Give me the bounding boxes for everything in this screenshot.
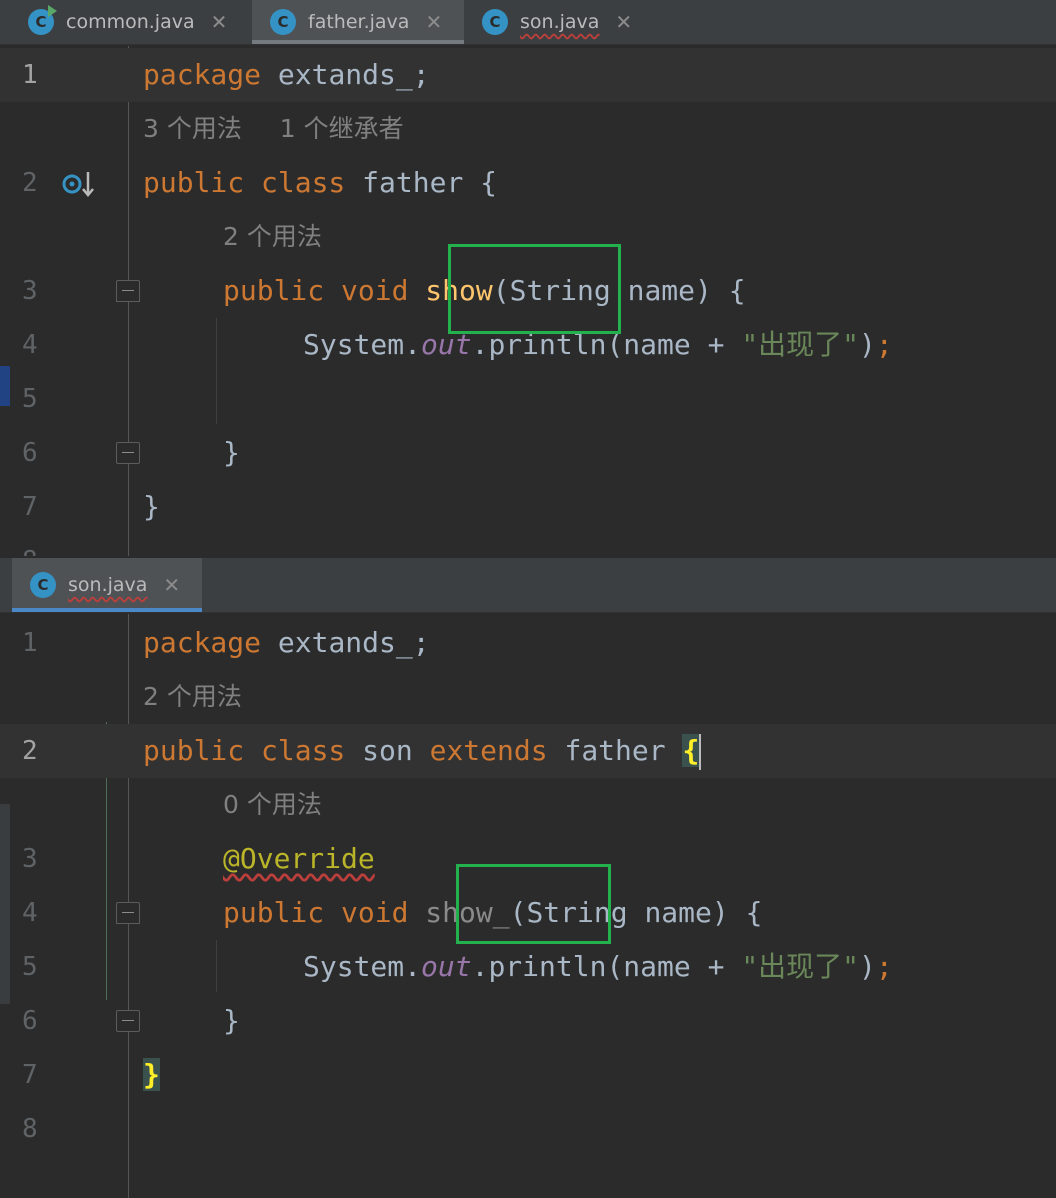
code-text: } <box>223 436 240 469</box>
code-text: public class father { <box>143 166 498 199</box>
line-number: 4 <box>22 898 38 928</box>
tab-label: father.java <box>308 11 410 33</box>
fold-toggle-icon[interactable] <box>116 442 140 464</box>
line-number: 5 <box>22 384 38 414</box>
bottom-tab-bar: C son.java ✕ <box>0 558 1056 613</box>
class-run-icon: C <box>28 5 57 35</box>
code-line: 6 } <box>0 994 1056 1048</box>
tab-common-java[interactable]: C common.java ✕ <box>10 0 250 44</box>
line-number: 3 <box>22 276 38 306</box>
usage-hint[interactable]: 2 个用法 <box>223 210 322 264</box>
fold-toggle-icon[interactable] <box>116 280 140 302</box>
active-tab-indicator <box>252 40 464 44</box>
text-caret <box>699 734 702 770</box>
line-number: 2 <box>22 736 38 766</box>
fold-toggle-icon[interactable] <box>116 1010 140 1032</box>
close-icon[interactable]: ✕ <box>615 10 632 34</box>
line-number: 8 <box>22 534 52 556</box>
code-text: package extands_; <box>143 58 430 91</box>
highlight-box <box>456 864 611 944</box>
close-icon[interactable]: ✕ <box>211 10 228 34</box>
class-icon: C <box>482 9 508 35</box>
code-text: } <box>143 490 160 523</box>
code-line: 7 } <box>0 480 1056 534</box>
code-line: 8 <box>0 534 1056 556</box>
tab-label: common.java <box>66 11 195 33</box>
line-number: 5 <box>22 952 38 982</box>
close-icon[interactable]: ✕ <box>425 10 442 34</box>
code-text: } <box>223 1004 240 1037</box>
implemented-down-icon[interactable] <box>62 156 98 210</box>
line-number: 2 <box>22 168 38 198</box>
code-text: @Override <box>223 842 375 875</box>
tab-son-java[interactable]: C son.java ✕ <box>466 0 656 44</box>
code-text: public class son extends father { <box>143 724 702 778</box>
fold-toggle-icon[interactable] <box>116 902 140 924</box>
line-number: 7 <box>22 1060 38 1090</box>
line-number: 6 <box>22 438 38 468</box>
close-icon[interactable]: ✕ <box>163 573 180 597</box>
tab-label: son.java <box>68 574 148 596</box>
code-line: 6 } <box>0 426 1056 480</box>
usage-hint[interactable]: 3 个用法 1 个继承者 <box>143 102 404 156</box>
highlight-box <box>448 244 621 334</box>
line-number: 4 <box>22 330 38 360</box>
class-icon: C <box>270 9 296 35</box>
active-tab-indicator <box>12 608 202 612</box>
son-editor[interactable]: 1 package extands_; 2 个用法 2 public class… <box>0 614 1056 1198</box>
code-line: 2 public class father { <box>0 156 1056 210</box>
line-number: 1 <box>22 60 38 90</box>
line-number: 3 <box>22 844 38 874</box>
code-line: 5 <box>0 372 1056 426</box>
code-line: 7 } <box>0 1048 1056 1102</box>
line-number: 6 <box>22 1006 38 1036</box>
class-icon: C <box>30 572 56 598</box>
code-text: } <box>143 1058 160 1091</box>
line-number: 8 <box>22 1114 38 1144</box>
code-line: 1 package extands_; <box>0 616 1056 670</box>
code-text: System.out.println(name + "出现了"); <box>303 950 893 983</box>
code-line: 5 System.out.println(name + "出现了"); <box>0 940 1056 994</box>
tab-label: son.java <box>520 11 600 33</box>
code-line: 1 package extands_; <box>0 48 1056 102</box>
line-number: 7 <box>22 492 38 522</box>
code-line: 2 public class son extends father { <box>0 724 1056 778</box>
line-number: 1 <box>22 628 38 658</box>
usage-hint[interactable]: 2 个用法 <box>143 670 242 724</box>
code-line: 8 <box>0 1102 1056 1156</box>
father-editor[interactable]: 1 package extands_; 3 个用法 1 个继承者 2 publi… <box>0 46 1056 556</box>
usage-hint[interactable]: 0 个用法 <box>223 778 322 832</box>
code-text: package extands_; <box>143 626 430 659</box>
tab-son-java[interactable]: C son.java ✕ <box>12 558 202 612</box>
top-tab-bar: C common.java ✕ C father.java ✕ C son.ja… <box>0 0 1056 45</box>
tab-father-java[interactable]: C father.java ✕ <box>252 0 464 44</box>
